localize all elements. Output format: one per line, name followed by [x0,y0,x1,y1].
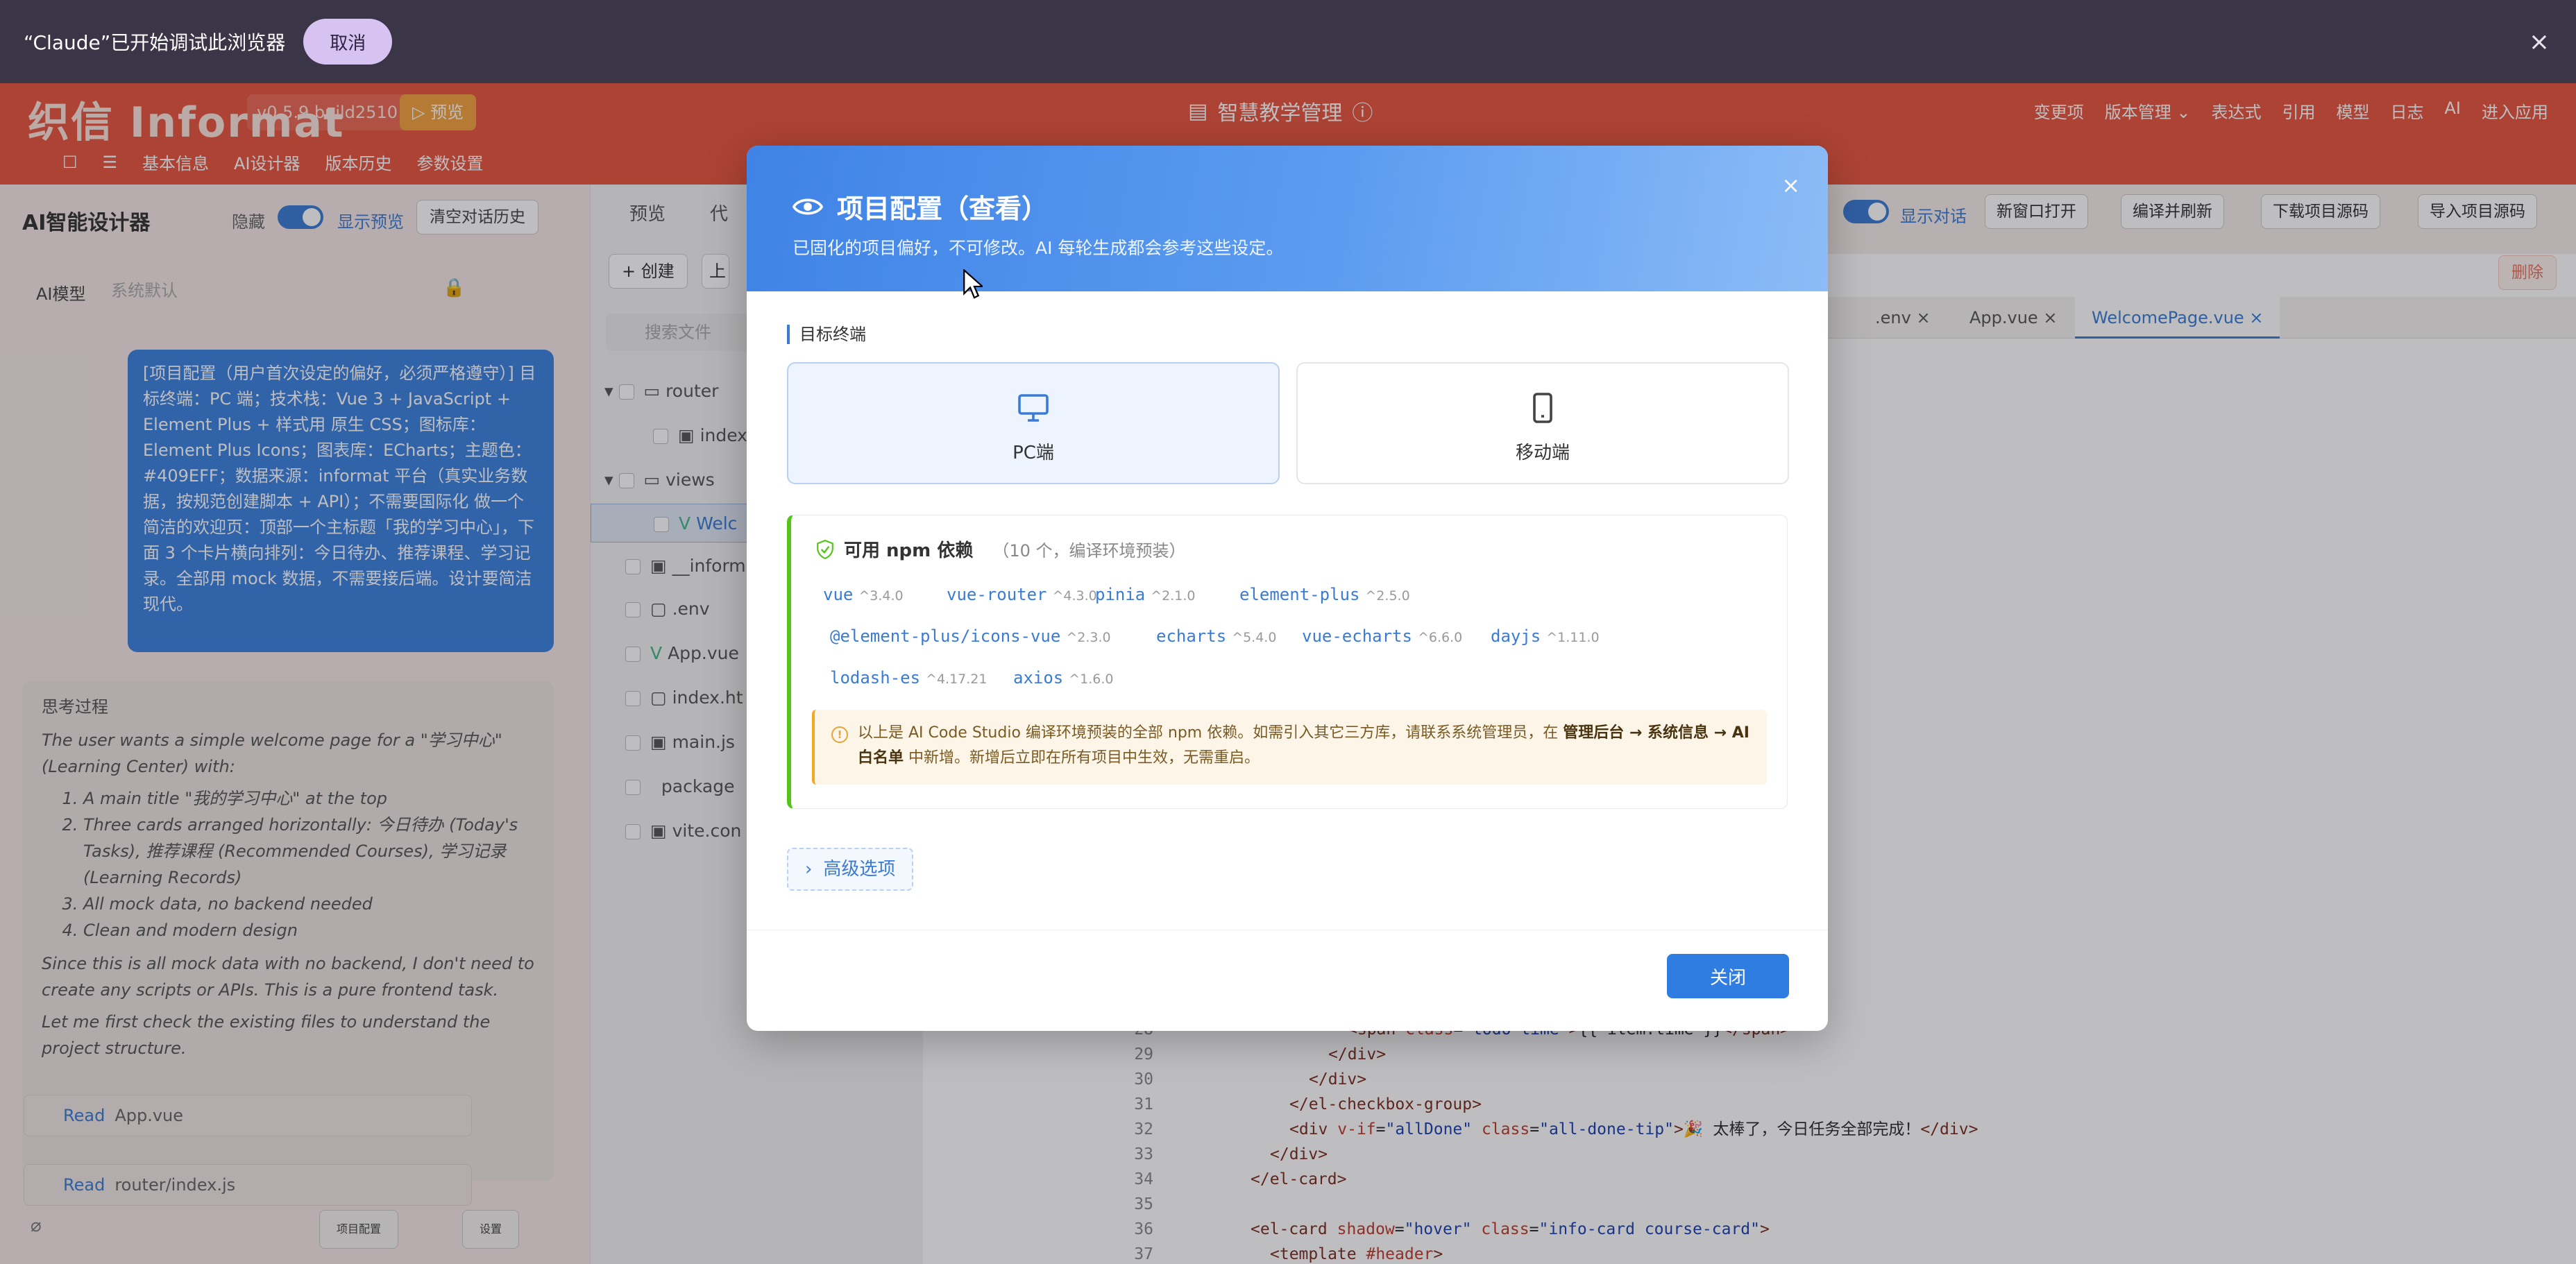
deps-count: （10 个，编译环境预装） [992,541,1186,561]
dependency-name: element-plus [1239,585,1360,604]
dependency-name: vue [823,585,854,604]
dependency-version: ^4.17.21 [926,672,988,687]
dependency-tag: @element-plus/icons-vue ^2.3.0 [830,626,1111,646]
chevron-right-icon: › [805,859,813,880]
info-icon: ! [831,726,848,743]
dependency-tag: echarts ^5.4.0 [1156,626,1276,646]
dependency-version: ^5.4.0 [1232,630,1277,645]
dependency-tag: dayjs ^1.11.0 [1491,626,1600,646]
dependency-tag: element-plus ^2.5.0 [1239,585,1410,604]
close-icon[interactable]: × [2529,28,2550,56]
notice-text: 以上是 AI Code Studio 编译环境预装的全部 npm 依赖。如需引入… [858,724,1564,742]
dependency-version: ^2.3.0 [1066,630,1111,645]
dependency-version: ^1.6.0 [1069,672,1114,687]
modal-footer: 关闭 [747,930,1828,1031]
dependency-name: axios [1013,668,1064,687]
deps-title: 可用 npm 依赖 （10 个，编译环境预装） [816,536,1186,562]
whitelist-notice: ! 以上是 AI Code Studio 编译环境预装的全部 npm 依赖。如需… [812,710,1767,785]
terminal-label: 移动端 [1515,443,1570,463]
cancel-debug-button[interactable]: 取消 [303,19,393,65]
npm-dependencies-panel: 可用 npm 依赖 （10 个，编译环境预装） vue ^3.4.0 vue-rout… [787,515,1788,809]
dependency-tag: vue-echarts ^6.6.0 [1302,626,1462,646]
deps-title-text: 可用 npm 依赖 [844,540,974,561]
dependency-tag: vue-router ^4.3.0 [947,585,1097,604]
advanced-options-label: 高级选项 [823,859,896,880]
notice-text-end: 中新增。新增后立即在所有项目中生效，无需重启。 [904,749,1260,767]
dependency-tag: lodash-es ^4.17.21 [830,668,988,687]
section-target-label: 目标终端 [787,325,866,344]
modal-subtitle: 已固化的项目偏好，不可修改。AI 每轮生成都会参考这些设定。 [793,238,1284,258]
dependency-name: pinia [1095,585,1146,604]
eye-icon [793,198,823,215]
mouse-cursor-icon [963,269,983,299]
terminal-pc-option[interactable]: PC端 [787,362,1280,484]
monitor-icon [788,391,1278,425]
dependency-version: ^6.6.0 [1417,630,1463,645]
shield-check-icon [817,539,833,559]
dependency-name: lodash-es [830,668,921,687]
dependency-version: ^3.4.0 [858,588,904,604]
debug-banner: “Claude”已开始调试此浏览器 取消 × [0,0,2576,83]
dependency-name: dayjs [1491,626,1541,646]
dependency-version: ^1.11.0 [1546,630,1600,645]
phone-icon [1298,391,1788,425]
dependency-tag: vue ^3.4.0 [823,585,904,604]
project-config-modal: 项目配置（查看） 已固化的项目偏好，不可修改。AI 每轮生成都会参考这些设定。 … [747,146,1828,1031]
dependency-version: ^2.5.0 [1365,588,1410,604]
modal-header: 项目配置（查看） 已固化的项目偏好，不可修改。AI 每轮生成都会参考这些设定。 … [747,146,1828,291]
close-button[interactable]: 关闭 [1667,954,1789,998]
close-icon[interactable]: × [1781,172,1800,198]
advanced-options-button[interactable]: › 高级选项 [787,848,914,891]
debug-message: “Claude”已开始调试此浏览器 [24,31,286,54]
dependency-tag: pinia ^2.1.0 [1095,585,1196,604]
terminal-mobile-option[interactable]: 移动端 [1296,362,1789,484]
modal-title: 项目配置（查看） [837,194,1049,224]
dependency-tag: axios ^1.6.0 [1013,668,1114,687]
dependency-name: vue-echarts [1302,626,1412,646]
terminal-label: PC端 [1012,443,1054,463]
dependency-name: @element-plus/icons-vue [830,626,1061,646]
dependency-name: echarts [1156,626,1227,646]
dependency-name: vue-router [947,585,1047,604]
dependency-version: ^2.1.0 [1151,588,1196,604]
dependency-version: ^4.3.0 [1052,588,1097,604]
